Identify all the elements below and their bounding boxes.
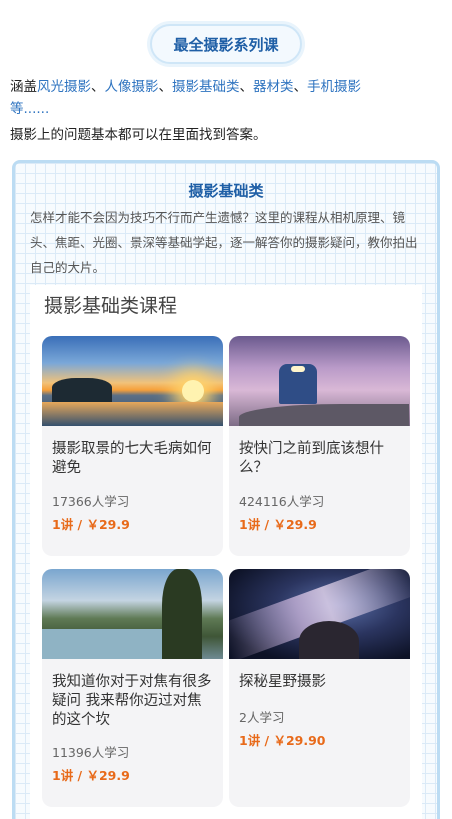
course-learners: 11396人学习 xyxy=(52,745,130,760)
intro-line2: 摄影上的问题基本都可以在里面找到答案。 xyxy=(10,127,267,143)
link-gear[interactable]: 器材类 xyxy=(253,79,294,95)
intro-sep: 、 xyxy=(239,79,254,95)
intro-sep: 、 xyxy=(293,79,308,95)
course-title: 我知道你对于对焦有很多疑问 我来帮你迈过对焦的这个坎 xyxy=(52,674,212,728)
link-landscape[interactable]: 风光摄影 xyxy=(37,79,91,95)
course-title: 按快门之前到底该想什么？ xyxy=(239,441,384,476)
course-price: 1讲 / ￥29.9 xyxy=(239,517,317,532)
intro-sep: 、 xyxy=(91,79,105,95)
course-title: 探秘星野摄影 xyxy=(239,674,326,690)
course-thumbnail xyxy=(42,569,223,659)
intro-etc: 等...... xyxy=(10,101,50,117)
course-thumbnail xyxy=(229,336,410,426)
page-title: 最全摄影系列课 xyxy=(173,35,279,54)
page-title-badge: 最全摄影系列课 xyxy=(150,24,302,64)
course-learners: 424116人学习 xyxy=(239,494,325,509)
link-portrait[interactable]: 人像摄影 xyxy=(105,79,159,95)
intro-prefix: 涵盖 xyxy=(10,79,37,95)
course-learners: 17366人学习 xyxy=(52,494,130,509)
intro-sep: 、 xyxy=(158,79,173,95)
course-price: 1讲 / ￥29.90 xyxy=(239,733,326,748)
link-basics[interactable]: 摄影基础类 xyxy=(172,79,240,95)
course-title: 摄影取景的七大毛病如何避免 xyxy=(52,441,212,476)
course-card[interactable]: 按快门之前到底该想什么？ 424116人学习 1讲 / ￥29.9 xyxy=(229,336,410,556)
course-card[interactable]: 摄影取景的七大毛病如何避免 17366人学习 1讲 / ￥29.9 xyxy=(42,336,223,556)
section-title: 摄影基础类 xyxy=(188,182,264,200)
panel-heading: 摄影基础类课程 xyxy=(44,295,178,317)
course-thumbnail xyxy=(229,569,410,659)
course-price: 1讲 / ￥29.9 xyxy=(52,517,130,532)
course-price: 1讲 / ￥29.9 xyxy=(52,768,130,783)
course-thumbnail xyxy=(42,336,223,426)
course-learners: 2人学习 xyxy=(239,710,285,725)
course-card[interactable]: 探秘星野摄影 2人学习 1讲 / ￥29.90 xyxy=(229,569,410,807)
course-card[interactable]: 我知道你对于对焦有很多疑问 我来帮你迈过对焦的这个坎 11396人学习 1讲 /… xyxy=(42,569,223,807)
section-description: 怎样才能不会因为技巧不行而产生遗憾？这里的课程从相机原理、镜头、焦距、光圈、景深… xyxy=(30,210,418,275)
link-mobile[interactable]: 手机摄影 xyxy=(307,79,361,95)
intro-text: 涵盖风光摄影、人像摄影、摄影基础类、器材类、手机摄影 等...... xyxy=(10,76,444,120)
